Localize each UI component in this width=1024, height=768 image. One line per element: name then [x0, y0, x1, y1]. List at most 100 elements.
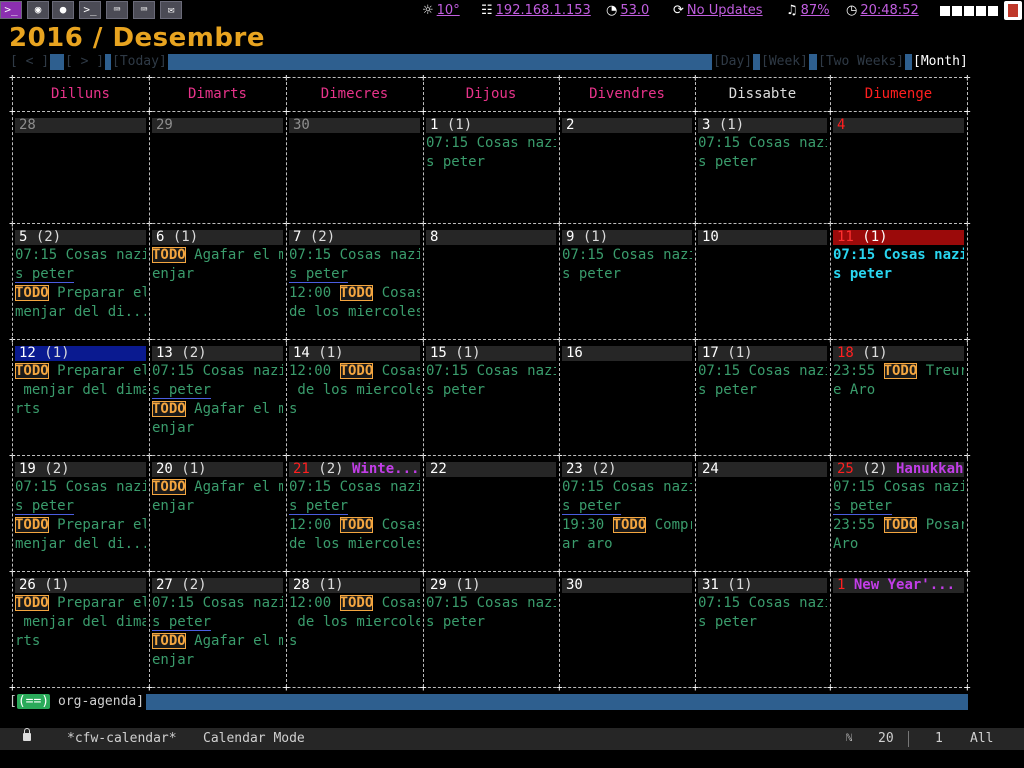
- event-line[interactable]: 07:15 Cosas nazi: [15, 479, 146, 496]
- globe-icon[interactable]: ◉: [27, 1, 49, 19]
- day-cell[interactable]: 25 (2) Hanukkah 07:15 Cosas nazi s peter 23…: [833, 462, 964, 569]
- day-cell[interactable]: 4: [833, 118, 964, 221]
- week-view-button[interactable]: [Week]: [760, 54, 809, 70]
- month-view-button[interactable]: [Month]: [912, 54, 969, 70]
- event-line[interactable]: 07:15 Cosas nazi: [698, 363, 827, 380]
- day-cell[interactable]: 30: [289, 118, 420, 221]
- day-cell[interactable]: 24: [698, 462, 827, 569]
- event-line[interactable]: 07:15 Cosas nazi: [289, 479, 420, 496]
- day-cell[interactable]: 18 (1) 23:55 TODO Treur e Aro: [833, 346, 964, 453]
- event-line[interactable]: 12:00 TODO Cosas: [289, 595, 420, 612]
- event-line[interactable]: rts: [15, 401, 146, 418]
- event-line[interactable]: s peter: [15, 266, 146, 283]
- day-cell[interactable]: 16: [562, 346, 692, 453]
- day-cell[interactable]: 28 (1) 12:00 TODO Cosas de los miercole s: [289, 578, 420, 685]
- event-line[interactable]: 07:15 Cosas nazi: [833, 247, 964, 264]
- event-line[interactable]: enjar: [152, 652, 283, 669]
- mail-icon[interactable]: ✉: [160, 1, 182, 19]
- event-line[interactable]: s peter: [289, 498, 420, 515]
- day-cell[interactable]: 11 (1) 07:15 Cosas nazi s peter: [833, 230, 964, 337]
- app-icon[interactable]: [1004, 1, 1022, 20]
- event-line[interactable]: s peter: [698, 614, 827, 631]
- day-cell[interactable]: 1 (1) 07:15 Cosas nazi s peter: [426, 118, 556, 221]
- workspace-4[interactable]: [976, 6, 986, 16]
- day-cell[interactable]: 9 (1) 07:15 Cosas nazi s peter: [562, 230, 692, 337]
- event-line[interactable]: s peter: [698, 382, 827, 399]
- day-cell[interactable]: 15 (1) 07:15 Cosas nazi s peter: [426, 346, 556, 453]
- weather-widget[interactable]: ☼ 10°: [422, 2, 460, 20]
- clock-widget[interactable]: ◷ 20:48:52: [846, 2, 919, 20]
- event-line[interactable]: TODO Agafar el m: [152, 479, 283, 496]
- event-line[interactable]: s peter: [426, 154, 556, 171]
- today-button[interactable]: [Today]: [111, 54, 168, 70]
- chat-icon[interactable]: ●: [52, 1, 74, 19]
- day-cell[interactable]: 10: [698, 230, 827, 337]
- day-cell[interactable]: 12 (1) TODO Preparar el menjar del dima rt…: [15, 346, 146, 453]
- day-cell[interactable]: 13 (2) 07:15 Cosas nazi s peter TODO Agafar…: [152, 346, 283, 453]
- day-cell[interactable]: 7 (2) 07:15 Cosas nazi s peter 12:00 TODO C…: [289, 230, 420, 337]
- event-line[interactable]: TODO Agafar el m: [152, 247, 283, 264]
- updates-widget[interactable]: ⟳ No Updates: [673, 2, 763, 20]
- event-line[interactable]: ar aro: [562, 536, 692, 553]
- event-line[interactable]: 07:15 Cosas nazi: [426, 135, 556, 152]
- day-cell[interactable]: 20 (1) TODO Agafar el m enjar: [152, 462, 283, 569]
- event-line[interactable]: 07:15 Cosas nazi: [152, 595, 283, 612]
- event-line[interactable]: de los miercoles: [289, 304, 420, 321]
- day-cell[interactable]: 29: [152, 118, 283, 221]
- event-line[interactable]: 07:15 Cosas nazi: [698, 135, 827, 152]
- event-line[interactable]: s: [289, 401, 420, 418]
- event-line[interactable]: s peter: [833, 266, 964, 283]
- next-button[interactable]: [ > ]: [64, 54, 106, 70]
- speed-widget[interactable]: ◔ 53.0: [606, 2, 649, 20]
- two-weeks-view-button[interactable]: [Two Weeks]: [817, 54, 906, 70]
- network-widget[interactable]: ☷ 192.168.1.153: [481, 2, 591, 20]
- keyboard-icon[interactable]: ⌨: [106, 1, 128, 19]
- event-line[interactable]: s peter: [426, 614, 556, 631]
- event-line[interactable]: s peter: [698, 154, 827, 171]
- event-line[interactable]: s peter: [15, 498, 146, 515]
- event-line[interactable]: s peter: [152, 382, 283, 399]
- event-line[interactable]: 07:15 Cosas nazi: [152, 363, 283, 380]
- event-line[interactable]: 19:30 TODO Compr: [562, 517, 692, 534]
- event-line[interactable]: s peter: [833, 498, 964, 515]
- event-line[interactable]: menjar del dima: [15, 614, 146, 631]
- event-line[interactable]: TODO Preparar el: [15, 285, 146, 302]
- day-cell[interactable]: 27 (2) 07:15 Cosas nazi s peter TODO Agafar…: [152, 578, 283, 685]
- event-line[interactable]: rts: [15, 633, 146, 650]
- event-line[interactable]: enjar: [152, 266, 283, 283]
- day-cell[interactable]: 6 (1) TODO Agafar el m enjar: [152, 230, 283, 337]
- workspace-1[interactable]: [940, 6, 950, 16]
- day-cell[interactable]: 29 (1) 07:15 Cosas nazi s peter: [426, 578, 556, 685]
- workspace-5[interactable]: [988, 6, 998, 16]
- event-line[interactable]: 12:00 TODO Cosas: [289, 285, 420, 302]
- keyboard-icon[interactable]: ⌨: [133, 1, 155, 19]
- event-line[interactable]: 23:55 TODO Treur: [833, 363, 964, 380]
- event-line[interactable]: menjar del di...: [15, 304, 146, 321]
- console-icon[interactable]: >_: [79, 1, 101, 19]
- event-line[interactable]: s peter: [289, 266, 420, 283]
- day-cell[interactable]: 30: [562, 578, 692, 685]
- event-line[interactable]: 07:15 Cosas nazi: [426, 595, 556, 612]
- event-line[interactable]: 07:15 Cosas nazi: [426, 363, 556, 380]
- event-line[interactable]: enjar: [152, 420, 283, 437]
- terminal-icon[interactable]: >_: [0, 1, 22, 19]
- event-line[interactable]: s peter: [562, 266, 692, 283]
- event-line[interactable]: 07:15 Cosas nazi: [562, 479, 692, 496]
- agenda-link[interactable]: [(==) org-agenda]: [9, 694, 147, 710]
- event-line[interactable]: TODO Preparar el: [15, 595, 146, 612]
- event-line[interactable]: TODO Agafar el m: [152, 633, 283, 650]
- event-line[interactable]: TODO Preparar el: [15, 517, 146, 534]
- event-line[interactable]: menjar del di...: [15, 536, 146, 553]
- day-cell[interactable]: 1 New Year'...: [833, 578, 964, 685]
- event-line[interactable]: 07:15 Cosas nazi: [15, 247, 146, 264]
- event-line[interactable]: 23:55 TODO Posar: [833, 517, 964, 534]
- event-line[interactable]: 07:15 Cosas nazi: [289, 247, 420, 264]
- day-view-button[interactable]: [Day]: [712, 54, 754, 70]
- day-cell[interactable]: 21 (2) Winte... 07:15 Cosas nazi s peter 12…: [289, 462, 420, 569]
- event-line[interactable]: menjar del dima: [15, 382, 146, 399]
- day-cell[interactable]: 19 (2) 07:15 Cosas nazi s peter TODO Prepar…: [15, 462, 146, 569]
- event-line[interactable]: de los miercole: [289, 382, 420, 399]
- event-line[interactable]: 12:00 TODO Cosas: [289, 517, 420, 534]
- volume-widget[interactable]: ♫ 87%: [786, 2, 830, 20]
- event-line[interactable]: s peter: [426, 382, 556, 399]
